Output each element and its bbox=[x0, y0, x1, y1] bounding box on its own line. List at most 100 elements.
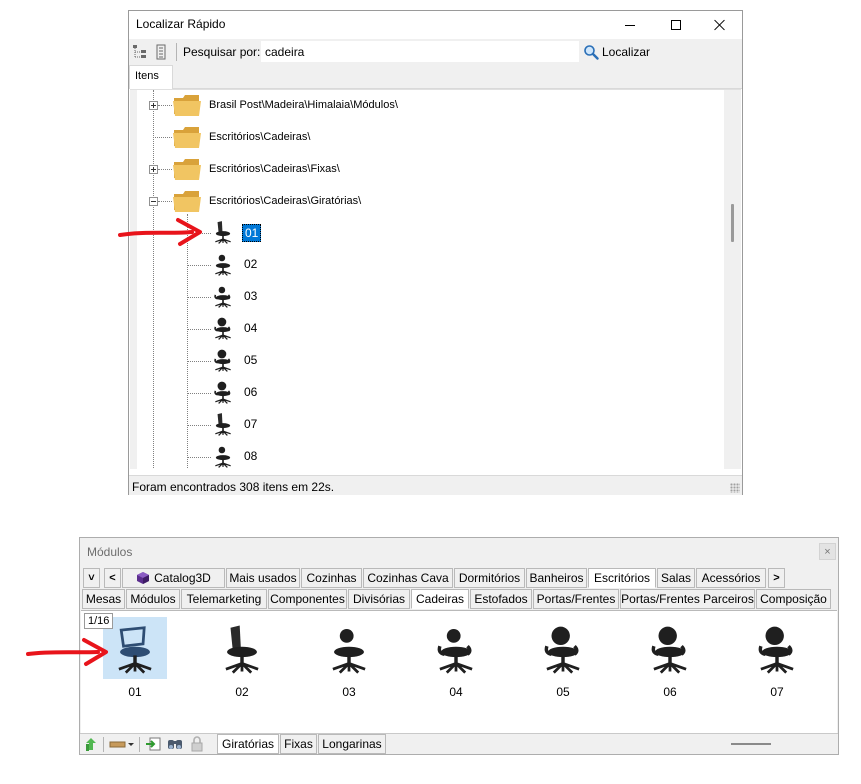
collapse-toggle[interactable] bbox=[149, 197, 158, 206]
panel-bottom-bar: Giratórias Fixas Longarinas bbox=[80, 733, 838, 754]
thumbnail-label: 06 bbox=[663, 685, 677, 699]
binoculars-icon[interactable] bbox=[167, 736, 183, 752]
tree-line bbox=[153, 90, 154, 469]
material-dropdown-icon[interactable] bbox=[109, 736, 135, 752]
search-input[interactable] bbox=[261, 41, 579, 62]
tab-itens[interactable]: Itens bbox=[129, 65, 173, 89]
chair-thumbnail[interactable] bbox=[317, 617, 381, 679]
chair-thumbnail[interactable] bbox=[531, 617, 595, 679]
tree-line bbox=[158, 201, 172, 202]
search-icon bbox=[584, 45, 599, 60]
tab-dormitorios[interactable]: Dormitórios bbox=[454, 568, 525, 588]
category-tabs: ˅ < Catalog3D Mais usados Cozinhas Cozin… bbox=[80, 568, 838, 588]
tree-view-icon[interactable] bbox=[132, 44, 148, 60]
tab-mais-usados[interactable]: Mais usados bbox=[226, 568, 300, 588]
level-up-icon[interactable] bbox=[83, 736, 99, 752]
folder-label: Escritórios\Cadeiras\Fixas\ bbox=[209, 163, 340, 175]
quick-find-window: Localizar Rápido Pesquisar por: Localiza… bbox=[128, 10, 743, 495]
tab-salas[interactable]: Salas bbox=[657, 568, 695, 588]
folder-label: Escritórios\Cadeiras\Giratórias\ bbox=[209, 195, 362, 207]
tree-item-label: 05 bbox=[244, 353, 258, 367]
insert-icon[interactable] bbox=[145, 736, 161, 752]
expand-toggle[interactable] bbox=[149, 101, 158, 110]
chair-icon bbox=[212, 220, 234, 246]
tab-portas-frentes-parceiros[interactable]: Portas/Frentes Parceiros bbox=[620, 589, 755, 609]
folder-icon bbox=[173, 191, 201, 212]
tab-divisorias[interactable]: Divisórias bbox=[348, 589, 410, 609]
subtab-2[interactable]: Longarinas bbox=[318, 734, 386, 754]
tab-estofados[interactable]: Estofados bbox=[470, 589, 532, 609]
tab-componentes[interactable]: Componentes bbox=[268, 589, 347, 609]
tabs-dropdown-button[interactable]: ˅ bbox=[83, 568, 100, 588]
panel-close-button[interactable]: × bbox=[819, 543, 836, 560]
subtab-0[interactable]: Giratórias bbox=[217, 734, 279, 754]
tree-item-label: 08 bbox=[244, 449, 258, 463]
tab-acessorios[interactable]: Acessórios bbox=[696, 568, 766, 588]
tab-cozinhas-cava[interactable]: Cozinhas Cava bbox=[363, 568, 453, 588]
chair-thumbnail[interactable] bbox=[424, 617, 488, 679]
page-indicator: 1/16 bbox=[84, 613, 114, 629]
thumbnail-label: 05 bbox=[556, 685, 570, 699]
minimize-button[interactable] bbox=[607, 11, 653, 39]
tree-line bbox=[187, 265, 211, 266]
tree-line bbox=[187, 297, 211, 298]
tab-telemarketing[interactable]: Telemarketing bbox=[181, 589, 267, 609]
results-tabstrip: Itens bbox=[129, 65, 742, 89]
chair-icon bbox=[225, 625, 259, 674]
tree-gutter bbox=[130, 90, 137, 469]
thumbnail-label: 01 bbox=[128, 685, 142, 699]
tabs-scroll-right-button[interactable]: > bbox=[768, 568, 785, 588]
chair-icon bbox=[544, 626, 580, 674]
tab-portas-frentes[interactable]: Portas/Frentes bbox=[533, 589, 619, 609]
chair-thumbnail[interactable] bbox=[745, 617, 809, 679]
scrollbar-thumb[interactable] bbox=[731, 204, 734, 242]
chair-icon bbox=[212, 284, 234, 310]
list-view-icon[interactable] bbox=[154, 44, 168, 60]
tree-item-label: 02 bbox=[244, 257, 258, 271]
toolbar-separator bbox=[139, 737, 140, 752]
locate-button[interactable]: Localizar bbox=[583, 42, 650, 62]
chair-thumbnail[interactable] bbox=[210, 617, 274, 679]
tabs-scroll-left-button[interactable]: < bbox=[104, 568, 121, 588]
tab-escritorios[interactable]: Escritórios bbox=[588, 568, 656, 588]
tree-line bbox=[187, 361, 211, 362]
expand-toggle[interactable] bbox=[149, 165, 158, 174]
toolbar-separator bbox=[103, 737, 104, 752]
maximize-button[interactable] bbox=[653, 11, 699, 39]
tree-item-label: 03 bbox=[244, 289, 258, 303]
chair-icon bbox=[212, 252, 234, 278]
tree-item-label: 06 bbox=[244, 385, 258, 399]
tab-mesas[interactable]: Mesas bbox=[82, 589, 125, 609]
status-bar: Foram encontrados 308 itens em 22s. bbox=[129, 475, 742, 495]
tab-catalog3d[interactable]: Catalog3D bbox=[122, 568, 225, 588]
tree-item-label: 07 bbox=[244, 417, 258, 431]
tab-banheiros[interactable]: Banheiros bbox=[526, 568, 587, 588]
lock-icon[interactable] bbox=[189, 736, 205, 752]
tab-cadeiras[interactable]: Cadeiras bbox=[411, 589, 469, 609]
thumbnail-grid: 01 02 03 04 05 06 07 1/16 bbox=[81, 610, 837, 733]
folder-icon bbox=[173, 127, 201, 148]
search-toolbar: Pesquisar por: Localizar bbox=[129, 39, 742, 65]
tab-composicao[interactable]: Composição bbox=[756, 589, 831, 609]
close-button[interactable] bbox=[697, 11, 743, 39]
chair-thumbnail[interactable] bbox=[638, 617, 702, 679]
folder-icon bbox=[173, 159, 201, 180]
tree-line bbox=[187, 393, 211, 394]
locate-label: Localizar bbox=[602, 45, 651, 59]
thumbnail-label: 04 bbox=[449, 685, 463, 699]
horizontal-scrollbar[interactable] bbox=[731, 743, 771, 745]
status-text: Foram encontrados 308 itens em 22s. bbox=[132, 480, 335, 494]
panel-title: Módulos bbox=[87, 545, 133, 559]
chair-icon bbox=[212, 444, 234, 469]
resize-grip[interactable] bbox=[730, 483, 740, 493]
vertical-scrollbar[interactable] bbox=[724, 90, 741, 469]
chair-icon bbox=[758, 626, 794, 674]
tab-cozinhas[interactable]: Cozinhas bbox=[301, 568, 362, 588]
close-icon bbox=[714, 19, 726, 31]
tree-line bbox=[187, 329, 211, 330]
thumbnail-label: 02 bbox=[235, 685, 249, 699]
panel-title-bar: Módulos × bbox=[80, 538, 838, 566]
tab-modulos[interactable]: Módulos bbox=[126, 589, 180, 609]
subtab-1[interactable]: Fixas bbox=[280, 734, 317, 754]
folder-icon bbox=[173, 95, 201, 116]
